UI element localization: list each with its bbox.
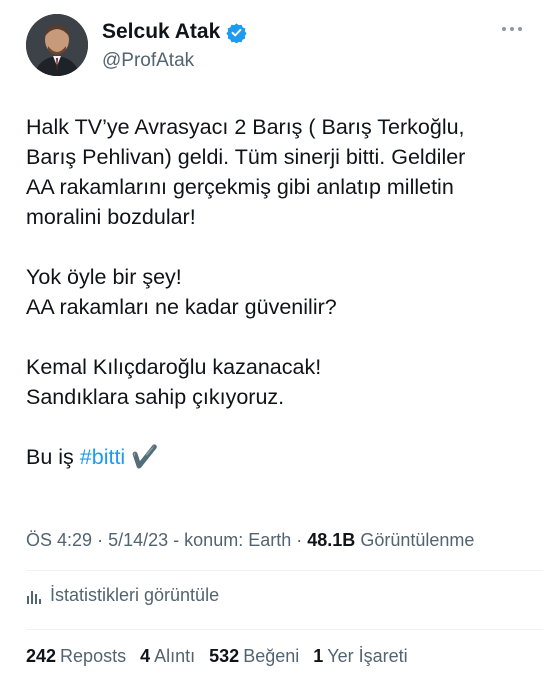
- author-handle[interactable]: @ProfAtak: [102, 50, 247, 72]
- tweet-header: Selcuk Atak @ProfAtak: [26, 14, 526, 84]
- quotes-count[interactable]: 4 Alıntı: [140, 646, 195, 667]
- tweet-line: Sandıklara sahip çıkıyoruz.: [26, 385, 285, 409]
- tweet-text: Halk TV’ye Avrasyacı 2 Barış ( Barış Ter…: [26, 112, 526, 472]
- meta-separator: ·: [296, 530, 303, 550]
- bookmarks-count[interactable]: 1 Yer İşareti: [313, 646, 407, 667]
- divider: [26, 570, 543, 571]
- tweet-line-prefix: Bu iş: [26, 445, 80, 469]
- quotes-label: Alıntı: [154, 646, 196, 666]
- likes-label: Beğeni: [243, 646, 300, 666]
- bookmarks-value: 1: [313, 646, 324, 666]
- tweet-meta: ÖS 4:29 · 5/14/23 - konum: Earth · 48.1B…: [26, 530, 474, 551]
- meta-separator: ·: [97, 530, 104, 550]
- verified-badge-icon: [226, 22, 247, 44]
- checkmark-icon: ✔️: [131, 444, 159, 469]
- tweet-line: Yok öyle bir şey!: [26, 265, 182, 289]
- author-block: Selcuk Atak @ProfAtak: [102, 18, 247, 72]
- avatar-image: [26, 14, 88, 76]
- likes-value: 532: [209, 646, 240, 666]
- tweet-last-line: Bu iş #bitti ✔️: [26, 442, 526, 472]
- divider: [26, 629, 543, 630]
- analytics-icon: [26, 588, 42, 604]
- meta-dash: -: [173, 530, 180, 550]
- view-analytics-label[interactable]: İstatistikleri görüntüle: [50, 585, 219, 606]
- view-analytics-link[interactable]: İstatistikleri görüntüle: [26, 585, 219, 606]
- tweet-line: AA rakamları ne kadar güvenilir?: [26, 295, 337, 319]
- tweet-location: konum: Earth: [184, 530, 292, 550]
- tweet-line: AA rakamlarını gerçekmiş gibi anlatıp mi…: [26, 175, 454, 199]
- author-display-name[interactable]: Selcuk Atak: [102, 20, 220, 44]
- tweet-line: Barış Pehlivan) geldi. Tüm sinerji bitti…: [26, 145, 466, 169]
- quotes-value: 4: [140, 646, 151, 666]
- tweet-date[interactable]: 5/14/23: [108, 530, 168, 550]
- bookmarks-label: Yer İşareti: [327, 646, 408, 666]
- avatar[interactable]: [26, 14, 88, 76]
- reposts-label: Reposts: [60, 646, 127, 666]
- more-options-icon[interactable]: [502, 24, 526, 34]
- likes-count[interactable]: 532 Beğeni: [209, 646, 299, 667]
- tweet-line: Kemal Kılıçdaroğlu kazanacak!: [26, 355, 322, 379]
- views-label: Görüntülenme: [360, 530, 475, 550]
- tweet-line: moralini bozdular!: [26, 205, 196, 229]
- views-count: 48.1B: [307, 530, 356, 550]
- reposts-count[interactable]: 242 Reposts: [26, 646, 126, 667]
- reposts-value: 242: [26, 646, 57, 666]
- tweet-line: Halk TV’ye Avrasyacı 2 Barış ( Barış Ter…: [26, 115, 465, 139]
- tweet-time[interactable]: ÖS 4:29: [26, 530, 92, 550]
- hashtag-link[interactable]: #bitti: [80, 445, 125, 469]
- engagement-counts: 242 Reposts 4 Alıntı 532 Beğeni 1 Yer İşaret…: [26, 646, 408, 667]
- tweet-card: Selcuk Atak @ProfAtak Halk TV’ye Avrasya…: [0, 0, 543, 680]
